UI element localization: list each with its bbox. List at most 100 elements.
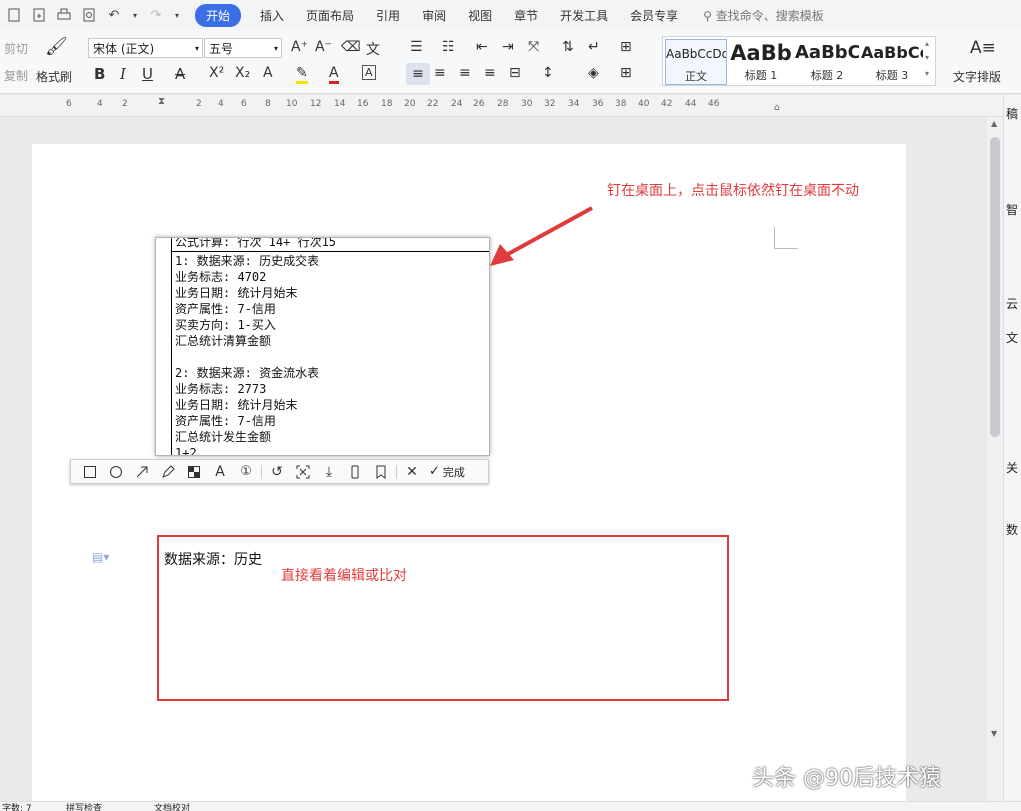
align-right-icon[interactable]: ≡ [459,65,471,81]
text-tool-icon[interactable]: A [207,462,233,482]
print-icon[interactable] [56,7,72,23]
number-marker-icon[interactable]: ① [233,462,259,482]
text-effect-icon[interactable]: A [263,65,273,81]
doc-check-button[interactable]: 文档校对 [154,802,190,811]
shading-icon[interactable]: ◈ [588,65,599,81]
cut-button[interactable]: 剪切 [4,40,28,57]
side-panel-item[interactable]: 关 [1006,459,1018,476]
highlight-icon[interactable]: ✎ [296,65,308,84]
bold-icon[interactable]: B [94,65,105,83]
redo-icon[interactable]: ↷ [148,7,164,23]
mosaic-tool-icon[interactable] [181,462,207,482]
chevron-up-icon[interactable]: ▴ [925,39,929,48]
borders-icon[interactable]: ⊞ [620,65,632,81]
scrollbar-thumb[interactable] [990,137,1000,437]
command-search[interactable]: ⚲ 查找命令、搜索模板 [703,7,824,24]
tab-developer[interactable]: 开发工具 [549,4,619,27]
justify-icon[interactable]: ≡ [484,65,496,81]
tab-member[interactable]: 会员专享 [619,4,689,27]
ruler-number: 14 [334,99,346,109]
text-layout-icon[interactable]: A≡ [970,38,996,58]
arrow-tool-icon[interactable] [129,462,155,482]
decrease-indent-icon[interactable]: ⇤ [476,39,488,55]
print-preview-icon[interactable] [81,7,97,23]
font-size-select[interactable]: 五号 ▾ [204,38,282,58]
style-normal[interactable]: AaBbCcDd 正文 [665,39,727,85]
side-panel-item[interactable]: 文 [1006,329,1018,346]
bullet-list-icon[interactable]: ☰ [410,39,423,55]
format-painter-icon[interactable]: 🖌 [45,36,68,57]
word-count[interactable]: 字数: 7 [2,802,32,811]
text-layout-button[interactable]: 文字排版 [953,68,1001,85]
character-border-icon[interactable]: A [362,65,376,80]
pinned-screenshot[interactable]: 公式计算: 行次 14+ 行次15 1: 数据来源: 历史成交表 业务标志: 4… [155,237,490,456]
font-name-select[interactable]: 宋体 (正文) ▾ [88,38,203,58]
customize-quick-access-icon[interactable]: ▾ [173,7,181,23]
line-spacing-icon[interactable]: ↕ [542,65,554,81]
align-left-icon[interactable]: ≡ [406,63,430,85]
indent-marker-icon[interactable]: ⧗ [158,96,165,107]
rectangle-tool-icon[interactable] [77,462,103,482]
tab-stops-icon[interactable]: ⊞ [620,39,632,55]
pen-tool-icon[interactable] [155,462,181,482]
tab-view[interactable]: 视图 [457,4,503,27]
increase-indent-icon[interactable]: ⇥ [502,39,514,55]
ocr-icon[interactable] [290,462,316,482]
close-icon[interactable]: ✕ [399,462,425,482]
italic-icon[interactable]: I [120,65,126,83]
export-pdf-icon[interactable] [31,7,47,23]
clear-format-icon[interactable]: ⌫ [341,39,361,55]
tab-page-layout[interactable]: 页面布局 [295,4,365,27]
phone-icon[interactable] [342,462,368,482]
tab-insert[interactable]: 插入 [249,4,295,27]
strikethrough-icon[interactable]: A [175,65,185,83]
shrink-font-icon[interactable]: A⁻ [315,39,332,55]
pinyin-guide-icon[interactable]: 文 [366,39,380,59]
numbered-list-icon[interactable]: ☷ [442,39,455,55]
right-indent-marker-icon[interactable]: ⌂ [774,103,780,113]
tab-home[interactable]: 开始 [195,3,242,27]
scroll-down-icon[interactable]: ▼ [991,729,997,738]
side-panel-item[interactable]: 稿 [1006,105,1018,122]
subscript-icon[interactable]: X₂ [235,65,250,81]
side-panel-item[interactable]: 数 [1006,521,1018,538]
download-icon[interactable]: ⤓ [316,462,342,482]
side-panel-item[interactable]: 智 [1006,201,1018,218]
underline-icon[interactable]: U [142,65,153,83]
tab-review[interactable]: 审阅 [411,4,457,27]
paragraph-handle-icon[interactable]: ▤▾ [92,550,109,564]
pinned-line: 公式计算: 行次 14+ 行次15 [175,237,337,249]
undo-icon[interactable]: ↺ [264,462,290,482]
format-painter-button[interactable]: 格式刷 [36,68,72,85]
grow-font-icon[interactable]: A⁺ [291,39,308,55]
align-center-icon[interactable]: ≡ [434,65,446,81]
sort-icon[interactable]: ⇅ [562,39,574,55]
file-icon[interactable] [6,7,22,23]
undo-icon[interactable]: ↶ [106,7,122,23]
finish-button[interactable]: ✓ 完成 [429,464,465,480]
font-size-value: 五号 [209,41,234,56]
side-panel-item[interactable]: 云 [1006,295,1018,312]
chevron-down-icon: ▾ [273,43,278,53]
show-marks-icon[interactable]: ↵ [588,39,600,55]
style-heading-2[interactable]: AaBbC 标题 2 [795,39,859,85]
superscript-icon[interactable]: X² [209,65,224,81]
undo-dropdown-icon[interactable]: ▾ [131,7,139,23]
spell-check-button[interactable]: 拼写检查 [66,802,102,811]
style-heading-3[interactable]: AaBbCc 标题 3 [861,39,923,85]
tab-references[interactable]: 引用 [365,4,411,27]
pinned-callout-text: 钉在桌面上，点击鼠标依然钉在桌面不动 [607,183,859,199]
chinese-layout-icon[interactable]: ⤧ [528,39,539,55]
style-gallery-expand-icon[interactable]: ▾ [925,69,929,78]
scroll-up-icon[interactable]: ▲ [991,119,997,128]
ellipse-tool-icon[interactable] [103,462,129,482]
vertical-scrollbar[interactable]: ▲ ▼ [987,117,1003,801]
copy-button[interactable]: 复制 [4,67,28,84]
pinned-line: 汇总统计发生金额 [175,430,272,444]
bookmark-icon[interactable] [368,462,394,482]
font-color-icon[interactable]: A [329,65,339,84]
style-heading-1[interactable]: AaBb 标题 1 [729,39,793,85]
chevron-down-icon[interactable]: ▾ [925,53,929,62]
tab-chapter[interactable]: 章节 [503,4,549,27]
distributed-align-icon[interactable]: ⊟ [509,65,521,81]
